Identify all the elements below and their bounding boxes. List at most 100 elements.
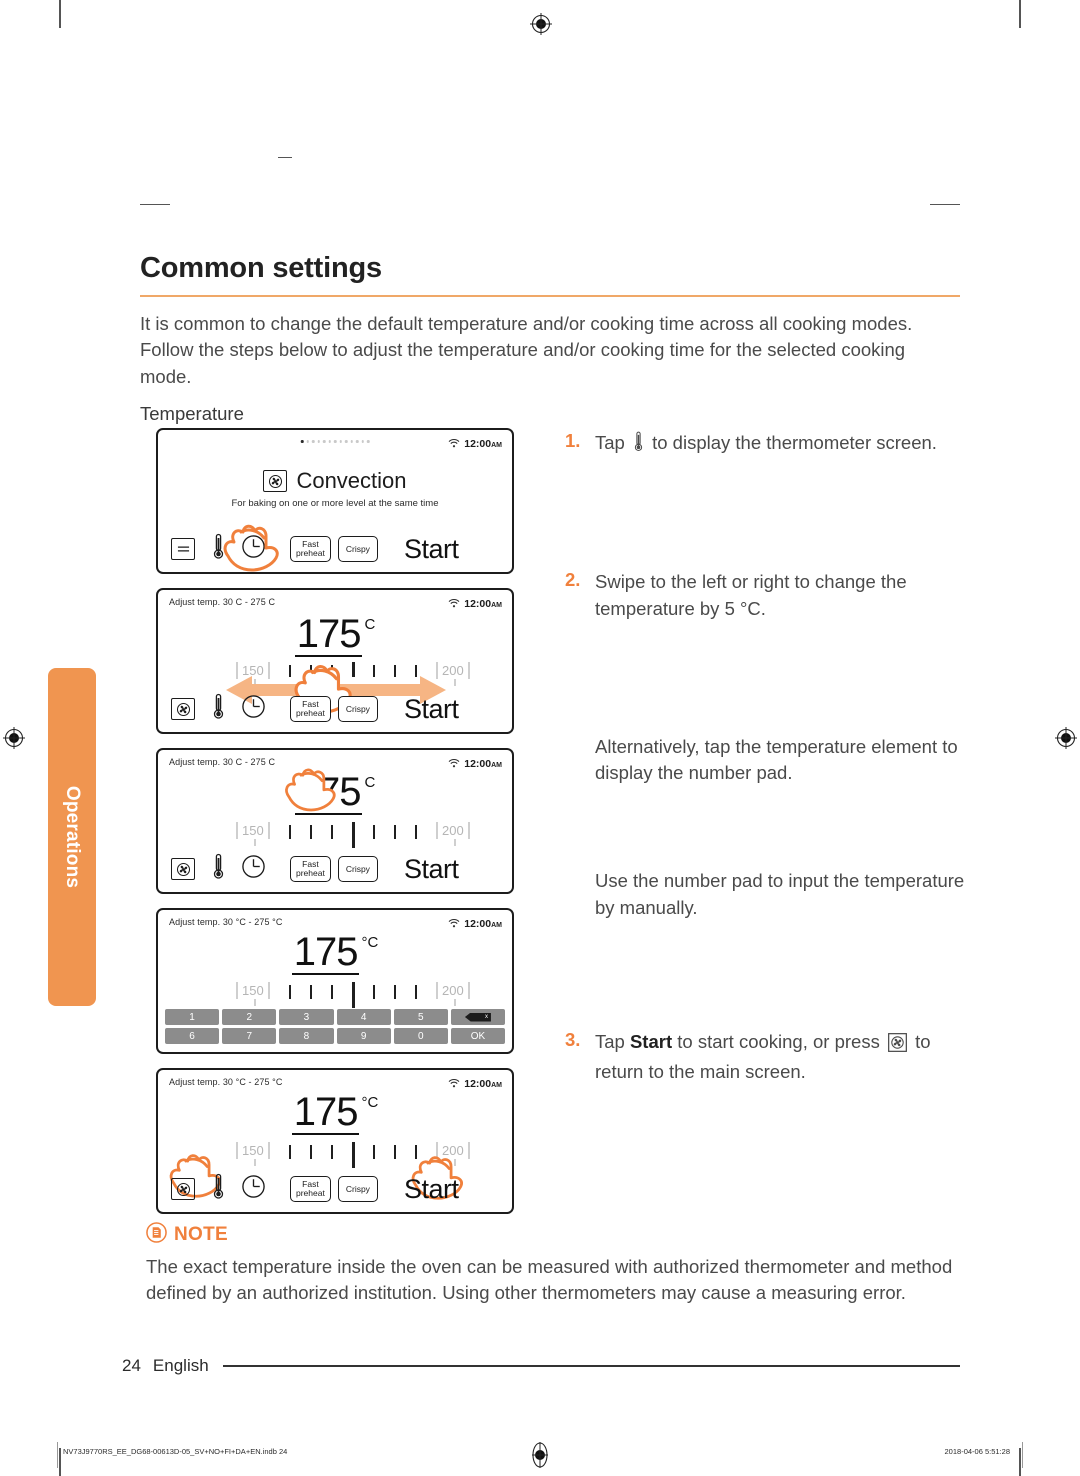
- key-2[interactable]: 2: [222, 1009, 277, 1025]
- thermometer-icon[interactable]: [212, 533, 225, 565]
- temperature-value-display[interactable]: 175 C: [158, 614, 512, 657]
- wifi-icon: [448, 915, 460, 933]
- panel-button-bar: Fast preheat Crispy Start: [158, 1172, 512, 1206]
- step-alt-spacer: [565, 734, 595, 787]
- status-bar: 12:00AM: [448, 755, 502, 773]
- timer-clock-icon[interactable]: [241, 534, 266, 564]
- panel-range-label: Adjust temp. 30 °C - 275 °C: [169, 1077, 283, 1087]
- menu-icon[interactable]: [171, 538, 195, 560]
- clock-time: 12:00AM: [464, 438, 502, 450]
- key-9[interactable]: 9: [336, 1028, 391, 1044]
- thermometer-icon[interactable]: [212, 853, 225, 885]
- crop-mark-right-upper: [930, 204, 960, 205]
- step-3-number: 3.: [565, 1028, 581, 1050]
- scale-min-label: 150: [242, 983, 264, 998]
- status-bar: 12:00AM: [448, 915, 502, 933]
- key-5[interactable]: 5: [393, 1009, 448, 1025]
- key-1[interactable]: 1: [165, 1009, 220, 1025]
- intro-paragraph: It is common to change the default tempe…: [140, 313, 913, 387]
- timer-clock-icon[interactable]: [241, 854, 266, 884]
- wifi-icon: [448, 755, 460, 773]
- convection-fan-icon: [263, 470, 288, 492]
- registration-mark-bottom: [530, 1442, 550, 1473]
- key-8[interactable]: 8: [279, 1028, 334, 1044]
- temperature-value-display[interactable]: 175 C: [158, 772, 512, 815]
- ok-key[interactable]: OK: [450, 1028, 506, 1044]
- panel-button-bar: Fast preheat Crispy Start: [158, 532, 512, 566]
- temperature-scale-slider[interactable]: 150 200: [158, 822, 512, 850]
- start-button[interactable]: Start: [404, 1174, 459, 1205]
- crispy-button[interactable]: Crispy: [337, 535, 378, 563]
- step-3: 3. Tap Start to start cooking, or press …: [565, 1029, 965, 1086]
- panel-range-label: Adjust temp. 30 C - 275 C: [169, 597, 276, 607]
- key-0[interactable]: 0: [393, 1028, 448, 1044]
- panel-convection-main: 12:00AM Convection For baking on one or …: [156, 428, 514, 574]
- temperature-scale-slider[interactable]: 150 200: [158, 1142, 512, 1170]
- number-pad: 1 2 3 4 5 x 6 7 8 9 0 OK: [165, 1009, 506, 1047]
- fast-preheat-button[interactable]: Fast preheat: [290, 696, 331, 722]
- crispy-button[interactable]: Crispy: [337, 855, 378, 883]
- key-3[interactable]: 3: [279, 1009, 334, 1025]
- convection-fan-icon[interactable]: [171, 698, 195, 720]
- backspace-key[interactable]: x: [450, 1009, 506, 1025]
- page-title: Common settings: [140, 252, 382, 284]
- convection-fan-icon: [888, 1032, 907, 1059]
- status-bar: 12:00AM: [448, 595, 502, 613]
- clock-time: 12:00AM: [464, 1078, 502, 1090]
- start-button[interactable]: Start: [404, 534, 459, 565]
- step-3-start-label: Start: [629, 1030, 673, 1052]
- clock-time: 12:00AM: [464, 598, 502, 610]
- instruction-steps: 1. Tap to display the thermometer screen…: [565, 430, 965, 1085]
- step-2-number: 2.: [565, 569, 581, 591]
- temperature-value-display[interactable]: 175 °C: [158, 1092, 512, 1135]
- note-header: NOTE: [146, 1222, 961, 1248]
- fast-preheat-button[interactable]: Fast preheat: [290, 536, 331, 562]
- fast-preheat-button[interactable]: Fast preheat: [290, 856, 331, 882]
- fast-preheat-button[interactable]: Fast preheat: [290, 1176, 331, 1202]
- note-document-icon: [146, 1222, 167, 1248]
- scale-max-label: 200: [442, 823, 464, 838]
- temperature-unit: °C: [361, 1094, 379, 1111]
- crispy-button[interactable]: Crispy: [337, 695, 378, 723]
- step-alt-text: Alternatively, tap the temperature eleme…: [595, 735, 958, 784]
- crop-mark-left-upper: [140, 204, 170, 205]
- page-footer: 24 English: [122, 1356, 960, 1376]
- step-1-text-pre: Tap: [595, 432, 625, 453]
- convection-fan-icon[interactable]: [171, 1178, 195, 1200]
- scale-min-label: 150: [242, 823, 264, 838]
- print-footer-filename: NV73J9770RS_EE_DG68-00613D-05_SV+NO+FI+D…: [63, 1447, 288, 1456]
- thermometer-icon[interactable]: [212, 1173, 225, 1205]
- clock-time: 12:00AM: [464, 758, 502, 770]
- panel-temp-swipe: Adjust temp. 30 C - 275 C 12:00AM 175 C 1…: [156, 588, 514, 734]
- start-button[interactable]: Start: [404, 854, 459, 885]
- panel-range-label: Adjust temp. 30 C - 275 C: [169, 757, 276, 767]
- timer-clock-icon[interactable]: [241, 1174, 266, 1204]
- step-1-number: 1.: [565, 430, 581, 451]
- temperature-number: 175: [294, 612, 363, 657]
- status-bar: 12:00AM: [448, 1075, 502, 1093]
- key-6[interactable]: 6: [165, 1028, 220, 1044]
- timer-clock-icon[interactable]: [241, 694, 266, 724]
- crop-mark-top-right: [1019, 0, 1021, 28]
- key-7[interactable]: 7: [222, 1028, 277, 1044]
- step-use-spacer: [565, 868, 595, 921]
- convection-fan-icon[interactable]: [171, 858, 195, 880]
- panel-button-bar: Fast preheat Crispy Start: [158, 692, 512, 726]
- temperature-scale-slider[interactable]: 150 200: [158, 982, 512, 1010]
- chapter-side-tab-label: Operations: [62, 785, 83, 889]
- temperature-unit: °C: [361, 934, 379, 951]
- crop-mark-top-left: [59, 0, 61, 28]
- step-2: 2. Swipe to the left or right to change …: [565, 569, 965, 622]
- start-button[interactable]: Start: [404, 694, 459, 725]
- page-language: English: [152, 1356, 209, 1375]
- cooking-mode-row: Convection: [158, 468, 512, 494]
- thermometer-icon[interactable]: [212, 693, 225, 725]
- step-1-text: Tap to display the thermometer screen.: [595, 430, 937, 459]
- registration-mark-top: [530, 13, 552, 35]
- number-pad-row-2: 6 7 8 9 0 OK: [165, 1028, 506, 1044]
- note-block: NOTE The exact temperature inside the ov…: [146, 1222, 961, 1307]
- key-4[interactable]: 4: [336, 1009, 391, 1025]
- crispy-button[interactable]: Crispy: [337, 1175, 378, 1203]
- temperature-value-display[interactable]: 175 °C: [158, 932, 512, 975]
- step-2-text: Swipe to the left or right to change the…: [595, 571, 907, 619]
